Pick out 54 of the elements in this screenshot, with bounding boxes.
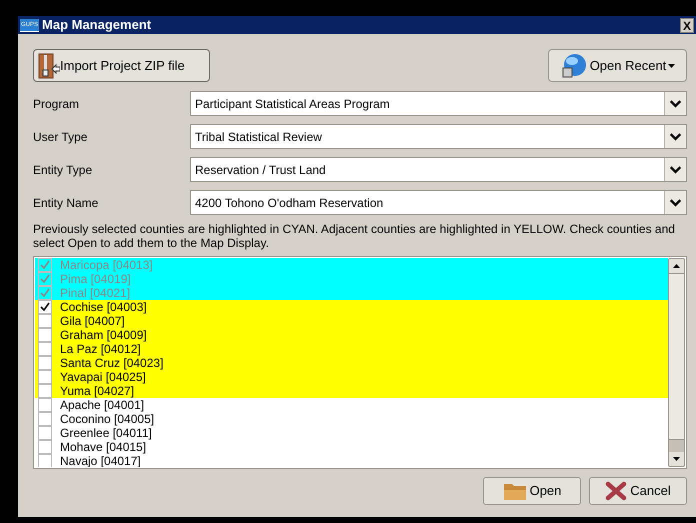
checkbox[interactable] bbox=[38, 356, 52, 370]
checkbox[interactable] bbox=[38, 342, 52, 356]
open-button[interactable]: Open bbox=[483, 477, 581, 505]
county-label: Yavapai [04025] bbox=[60, 370, 146, 384]
county-row[interactable]: Gila [04007] bbox=[35, 314, 668, 328]
county-label: Graham [04009] bbox=[60, 328, 147, 342]
county-label: Santa Cruz [04023] bbox=[60, 356, 164, 370]
checkbox[interactable] bbox=[38, 328, 52, 342]
close-icon bbox=[605, 481, 628, 501]
dropdown[interactable]: 4200 Tohono O'odham Reservation bbox=[190, 190, 687, 215]
county-label: Coconino [04005] bbox=[60, 412, 154, 426]
county-label: Maricopa [04013] bbox=[60, 258, 153, 272]
dropdown[interactable]: Tribal Statistical Review bbox=[190, 124, 687, 149]
checkbox[interactable] bbox=[38, 454, 52, 467]
checkbox[interactable] bbox=[38, 370, 52, 384]
folder-icon bbox=[502, 481, 527, 501]
checkbox[interactable] bbox=[38, 300, 52, 314]
county-row[interactable]: La Paz [04012] bbox=[35, 342, 668, 356]
county-label: Cochise [04003] bbox=[60, 300, 147, 314]
county-label: Pima [04019] bbox=[60, 272, 131, 286]
globe-icon bbox=[560, 52, 588, 78]
scrollbar[interactable] bbox=[668, 258, 685, 467]
checkbox[interactable] bbox=[38, 426, 52, 440]
field-label: Entity Type bbox=[33, 162, 94, 178]
county-row[interactable]: Santa Cruz [04023] bbox=[35, 356, 668, 370]
county-label: Greenlee [04011] bbox=[60, 426, 152, 440]
cancel-button[interactable]: Cancel bbox=[589, 477, 687, 505]
open-recent-button[interactable]: Open Recent bbox=[548, 49, 687, 82]
window-title: Map Management bbox=[42, 16, 152, 34]
field-label: Program bbox=[33, 96, 80, 112]
county-label: Apache [04001] bbox=[60, 398, 144, 412]
county-row[interactable]: Yavapai [04025] bbox=[35, 370, 668, 384]
county-label: Yuma [04027] bbox=[60, 384, 134, 398]
checkbox[interactable] bbox=[38, 384, 52, 398]
county-label: La Paz [04012] bbox=[60, 342, 141, 356]
import-zip-button[interactable]: Import Project ZIP file bbox=[33, 49, 210, 82]
dropdown[interactable]: Participant Statistical Areas Program bbox=[190, 91, 687, 116]
county-row[interactable]: Yuma [04027] bbox=[35, 384, 668, 398]
dropdown[interactable]: Reservation / Trust Land bbox=[190, 157, 687, 182]
county-label: Gila [04007] bbox=[60, 314, 125, 328]
checkbox[interactable] bbox=[38, 398, 52, 412]
field-label: Entity Name bbox=[33, 194, 100, 212]
county-label: Pinal [04021] bbox=[60, 286, 130, 300]
instructions-text: Previously selected counties are highlighted in CYAN. Adjacent counties are highlighted in YELLOW. Check counties and select Open to add them to the Map Display. bbox=[33, 222, 676, 250]
field-label: User Type bbox=[33, 128, 88, 146]
county-label: Mohave [04015] bbox=[60, 440, 146, 454]
close-button[interactable]: X bbox=[680, 18, 694, 32]
checkbox[interactable] bbox=[38, 440, 52, 454]
zip-archive-icon bbox=[38, 52, 60, 78]
checkbox[interactable] bbox=[38, 412, 52, 426]
checkbox[interactable] bbox=[38, 314, 52, 328]
county-row[interactable]: Cochise [04003] bbox=[35, 300, 668, 314]
county-row[interactable]: Graham [04009] bbox=[35, 328, 668, 342]
caret-icon bbox=[668, 64, 676, 68]
